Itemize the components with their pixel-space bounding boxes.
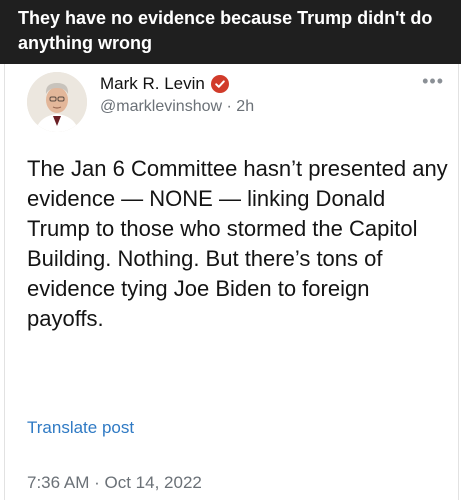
post-time[interactable]: 7:36 AM [27, 473, 89, 492]
verified-badge-icon [210, 75, 229, 93]
avatar-photo [27, 72, 87, 132]
timestamp-separator: · [94, 473, 100, 492]
post-time-ago: 2h [236, 98, 255, 115]
post-body: The Jan 6 Committee hasn’t presented any… [27, 156, 448, 331]
author-row: Mark R. Levin [100, 72, 229, 96]
caption-text: They have no evidence because Trump didn… [18, 8, 433, 53]
more-options-icon[interactable]: ••• [422, 72, 444, 90]
handle-separator: · [226, 98, 232, 115]
post-date[interactable]: Oct 14, 2022 [105, 473, 202, 492]
author-name[interactable]: Mark R. Levin [100, 74, 205, 94]
caption-banner: They have no evidence because Trump didn… [0, 0, 461, 64]
post-timestamp-row: 7:36 AM · Oct 14, 2022 [27, 473, 202, 493]
author-handle[interactable]: @marklevinshow [100, 98, 222, 115]
avatar[interactable] [27, 72, 87, 132]
post-card: Mark R. Levin @marklevinshow · 2h ••• Th… [4, 64, 459, 500]
handle-row: @marklevinshow · 2h [100, 98, 254, 116]
translate-post-link[interactable]: Translate post [27, 418, 134, 438]
